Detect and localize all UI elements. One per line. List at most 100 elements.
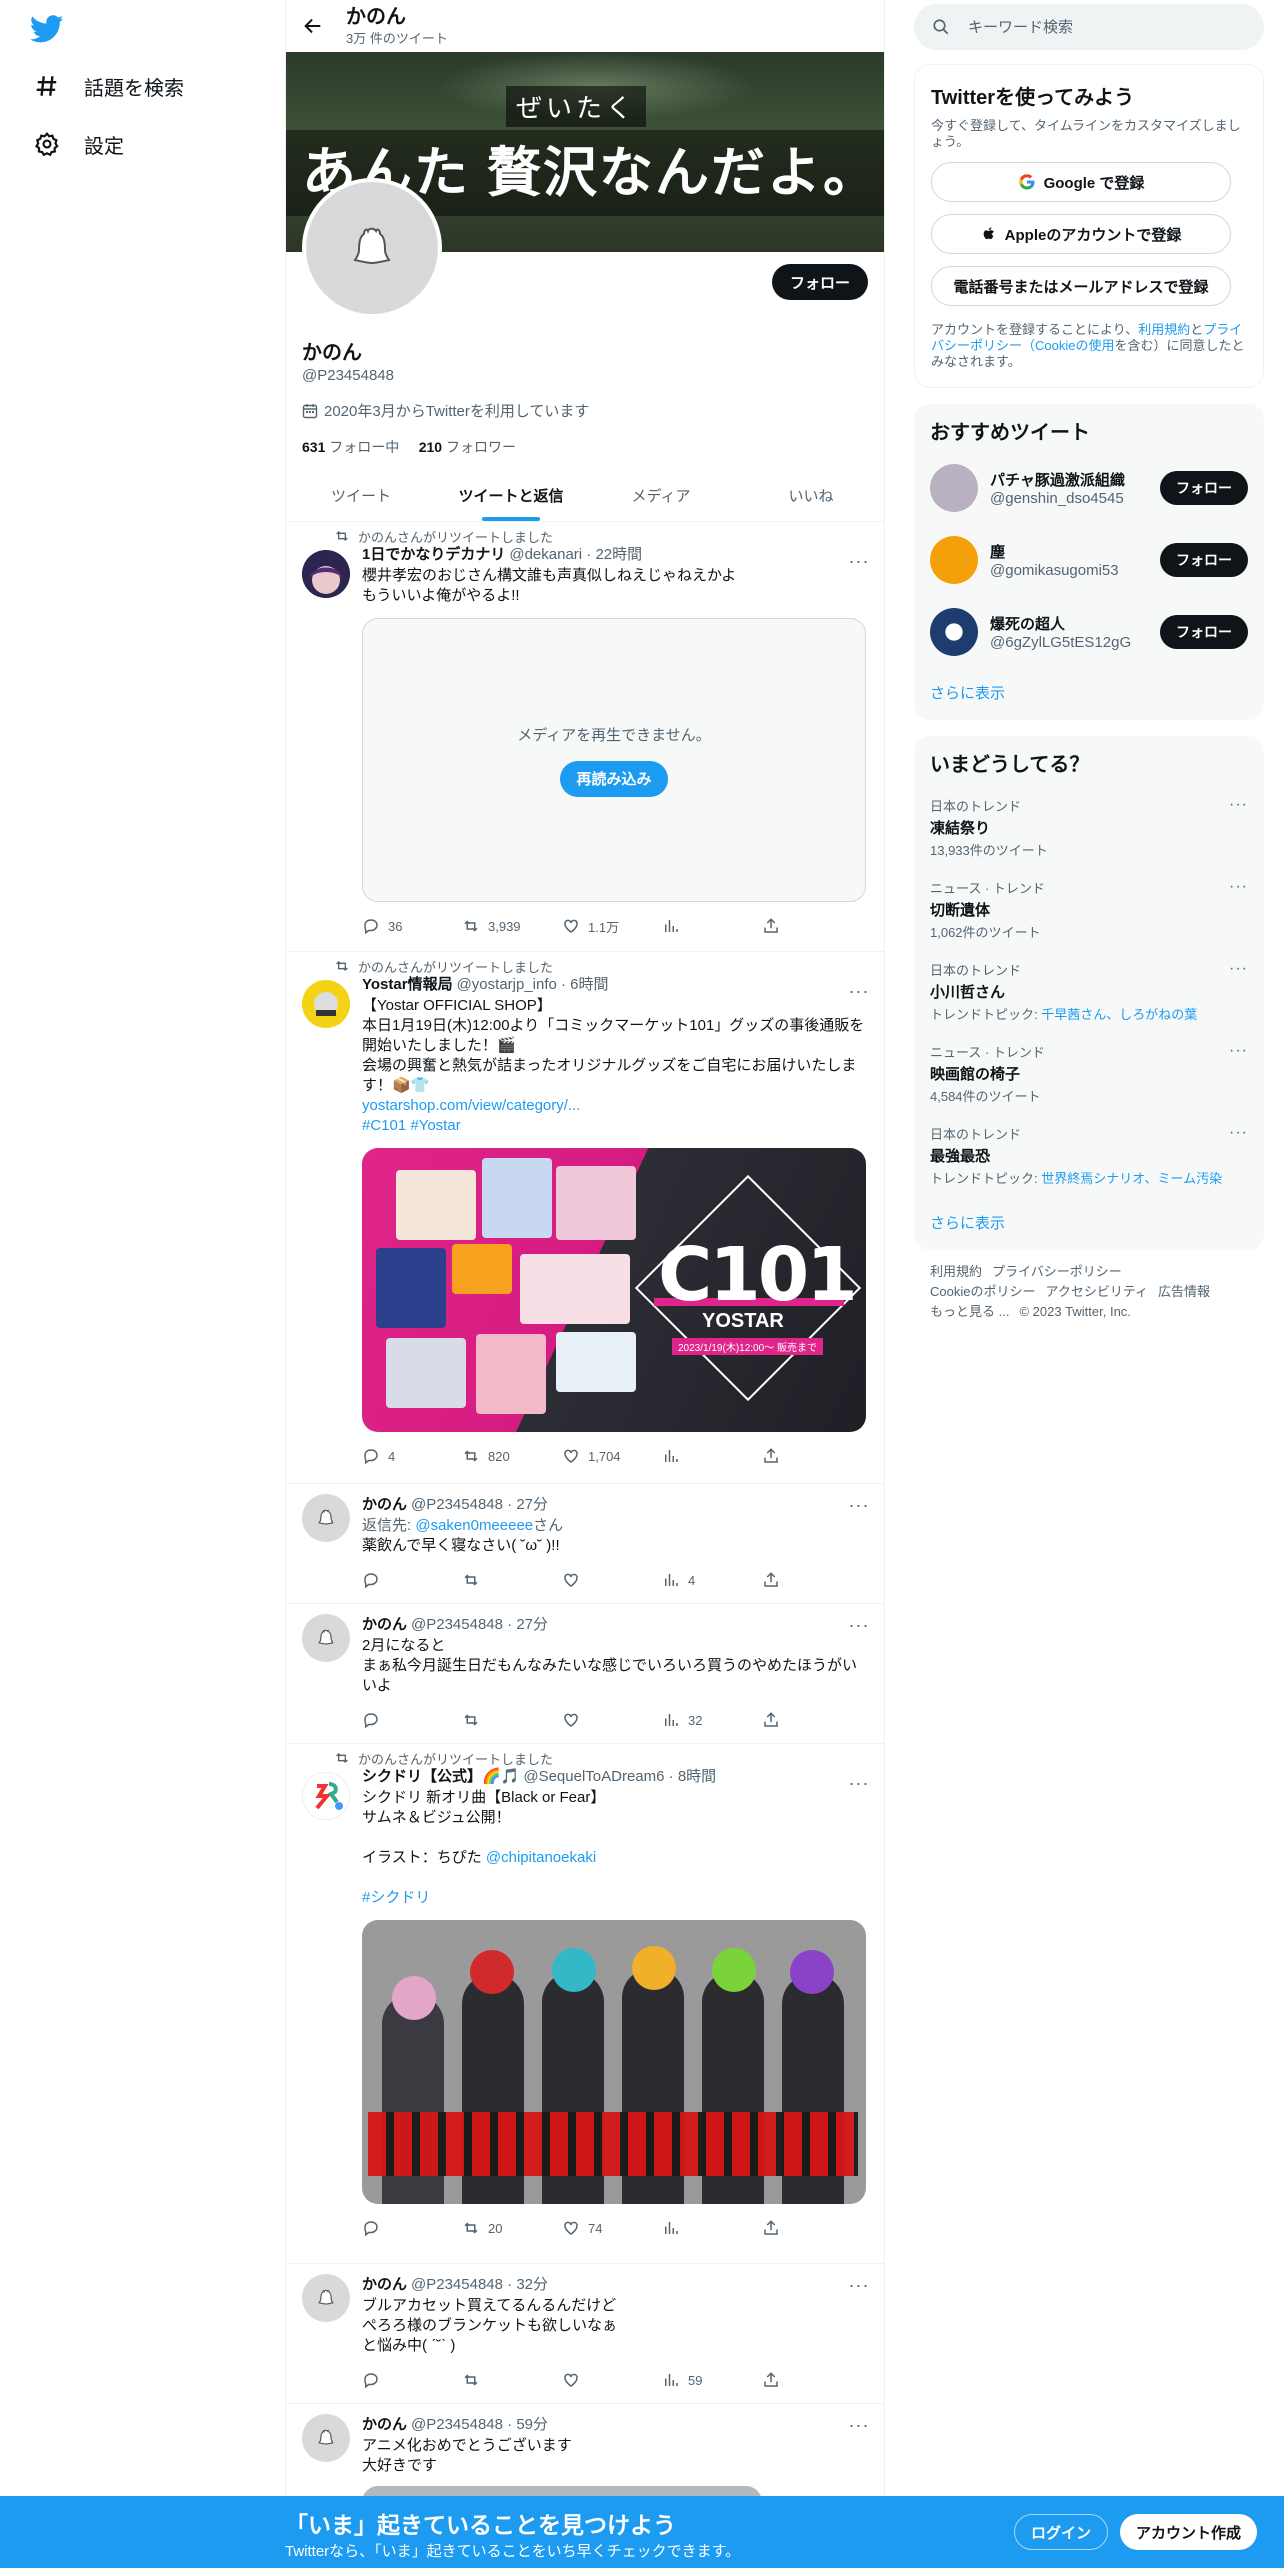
mention-link[interactable]: @chipitanoekaki — [486, 1849, 596, 1866]
share-button[interactable] — [762, 1711, 862, 1729]
more-options-icon[interactable]: ··· — [1229, 1042, 1248, 1060]
nav-settings[interactable]: 設定 — [34, 124, 124, 164]
tab-tweets-and-replies[interactable]: ツイートと返信 — [436, 470, 586, 521]
search-bar[interactable] — [914, 4, 1264, 50]
back-arrow-icon[interactable] — [302, 15, 324, 37]
more-options-icon[interactable]: ··· — [848, 2274, 870, 2296]
footer-terms-link[interactable]: 利用規約 — [930, 1264, 982, 1279]
show-more-link[interactable]: さらに表示 — [930, 1212, 1005, 1233]
follow-button[interactable]: フォロー — [1160, 615, 1248, 649]
profile-avatar[interactable] — [302, 178, 442, 318]
footer-privacy-link[interactable]: プライバシーポリシー — [992, 1264, 1122, 1279]
tweet-avatar[interactable] — [302, 2414, 350, 2462]
retweet-button[interactable] — [462, 2371, 562, 2389]
tweet-item[interactable]: ··· かのん @P23454848 · 27分 2月になると まぁ私今月誕生日… — [286, 1604, 884, 1744]
create-account-button[interactable]: アカウント作成 — [1120, 2514, 1258, 2550]
followers-link[interactable]: 210 フォロワー — [419, 439, 516, 455]
views-button[interactable]: 4 — [662, 1571, 762, 1589]
footer-cookie-link[interactable]: Cookieのポリシー — [930, 1284, 1035, 1299]
tweet-hashtags[interactable]: #C101 #Yostar — [362, 1116, 870, 1136]
share-button[interactable] — [762, 1571, 862, 1589]
share-button[interactable] — [762, 1447, 862, 1465]
tweet-author-name[interactable]: かのん — [362, 1614, 407, 1636]
tweet-item[interactable]: かのんさんがリツイートしました ··· Yostar情報局 @yostarjp_… — [286, 952, 884, 1484]
tweet-avatar[interactable] — [302, 1772, 350, 1820]
recommended-account[interactable]: 塵 @gomikasugomi53 フォロー — [930, 532, 1248, 588]
tweet-link[interactable]: yostarshop.com/view/category/... — [362, 1096, 870, 1116]
reply-button[interactable] — [362, 1571, 462, 1589]
tweet-author-name[interactable]: かのん — [362, 2414, 407, 2436]
terms-link[interactable]: 利用規約 — [1138, 322, 1190, 337]
twitter-logo-icon[interactable] — [30, 12, 64, 46]
share-button[interactable] — [762, 917, 862, 935]
tweet-author-name[interactable]: Yostar情報局 — [362, 974, 453, 996]
show-more-link[interactable]: さらに表示 — [930, 682, 1005, 703]
google-signup-button[interactable]: Google で登録 — [931, 162, 1231, 202]
share-button[interactable] — [762, 2371, 862, 2389]
views-button[interactable]: 32 — [662, 1711, 762, 1729]
like-button[interactable] — [562, 1711, 662, 1729]
retweet-button[interactable]: 820 — [462, 1447, 562, 1465]
trend-item[interactable]: ニュース · トレンド 映画館の椅子 4,584件のツイート ··· — [930, 1042, 1248, 1105]
views-button[interactable]: 59 — [662, 2371, 762, 2389]
reply-button[interactable]: 4 — [362, 1447, 462, 1465]
tweet-item[interactable]: かのんさんがリツイートしました ··· シクドリ【公式】🌈🎵 @SequelTo… — [286, 1744, 884, 2264]
more-options-icon[interactable]: ··· — [848, 550, 870, 572]
trend-item[interactable]: ニュース · トレンド 切断遺体 1,062件のツイート ··· — [930, 878, 1248, 941]
trend-item[interactable]: 日本のトレンド 最強最恐 トレンドトピック: 世界終焉シナリオ、ミーム汚染 ··… — [930, 1124, 1248, 1187]
footer-accessibility-link[interactable]: アクセシビリティ — [1045, 1284, 1148, 1299]
follow-button[interactable]: フォロー — [1160, 471, 1248, 505]
like-button[interactable] — [562, 1571, 662, 1589]
tab-tweets[interactable]: ツイート — [286, 470, 436, 521]
like-button[interactable]: 1,704 — [562, 1447, 662, 1465]
tweet-item[interactable]: ··· かのん @P23454848 · 32分 ブルアカセット買えてるんるんだ… — [286, 2264, 884, 2404]
reply-button[interactable]: 36 — [362, 917, 462, 935]
tweet-author-name[interactable]: シクドリ【公式】🌈🎵 — [362, 1766, 519, 1788]
footer-more-link[interactable]: もっと見る ... — [930, 1304, 1009, 1319]
tweet-author-name[interactable]: 1日でかなりデカナリ — [362, 544, 505, 566]
share-button[interactable] — [762, 2219, 862, 2237]
tweet-avatar[interactable] — [302, 1614, 350, 1662]
reload-button[interactable]: 再読み込み — [560, 760, 668, 797]
tweet-image[interactable] — [362, 1920, 866, 2204]
trend-item[interactable]: 日本のトレンド 凍結祭り 13,933件のツイート ··· — [930, 796, 1248, 859]
views-button[interactable] — [662, 1447, 762, 1465]
tweet-item[interactable]: かのんさんがリツイートしました ··· 1日でかなりデカナリ @dekanari… — [286, 522, 884, 952]
apple-signup-button[interactable]: Appleのアカウントで登録 — [931, 214, 1231, 254]
more-options-icon[interactable]: ··· — [848, 1614, 870, 1636]
tweet-avatar[interactable] — [302, 2274, 350, 2322]
retweet-button[interactable]: 3,939 — [462, 917, 562, 935]
more-options-icon[interactable]: ··· — [848, 2414, 870, 2436]
tweet-author-name[interactable]: かのん — [362, 1494, 407, 1516]
tab-likes[interactable]: いいね — [736, 470, 884, 521]
views-button[interactable] — [662, 2219, 762, 2237]
retweet-button[interactable] — [462, 1711, 562, 1729]
more-options-icon[interactable]: ··· — [1229, 1124, 1248, 1142]
search-input[interactable] — [968, 18, 1228, 36]
like-button[interactable]: 74 — [562, 2219, 662, 2237]
reply-button[interactable] — [362, 2219, 462, 2237]
trend-topic-link[interactable]: 千早茜さん、しろがねの葉 — [1041, 1007, 1197, 1022]
recommended-account[interactable]: パチャ豚過激派組織 @genshin_dso4545 フォロー — [930, 460, 1248, 516]
more-options-icon[interactable]: ··· — [1229, 796, 1248, 814]
tweet-avatar[interactable] — [302, 1494, 350, 1542]
more-options-icon[interactable]: ··· — [848, 1494, 870, 1516]
trend-item[interactable]: 日本のトレンド 小川哲さん トレンドトピック: 千早茜さん、しろがねの葉 ··· — [930, 960, 1248, 1023]
retweet-button[interactable] — [462, 1571, 562, 1589]
login-button[interactable]: ログイン — [1014, 2514, 1109, 2550]
reply-to-user-link[interactable]: @saken0meeeee — [415, 1517, 533, 1534]
tweet-item[interactable]: ··· かのん @P23454848 · 27分 返信先: @saken0mee… — [286, 1484, 884, 1604]
views-button[interactable] — [662, 917, 762, 935]
follow-button[interactable]: フォロー — [1160, 543, 1248, 577]
trend-topic-link[interactable]: 世界終焉シナリオ、ミーム汚染 — [1041, 1171, 1222, 1186]
tweet-avatar[interactable] — [302, 550, 350, 598]
reply-button[interactable] — [362, 2371, 462, 2389]
reply-button[interactable] — [362, 1711, 462, 1729]
more-options-icon[interactable]: ··· — [848, 980, 870, 1002]
like-button[interactable]: 1.1万 — [562, 917, 662, 936]
more-options-icon[interactable]: ··· — [1229, 878, 1248, 896]
tweet-author-name[interactable]: かのん — [362, 2274, 407, 2296]
like-button[interactable] — [562, 2371, 662, 2389]
footer-ads-link[interactable]: 広告情報 — [1158, 1284, 1210, 1299]
tweet-avatar[interactable] — [302, 980, 350, 1028]
